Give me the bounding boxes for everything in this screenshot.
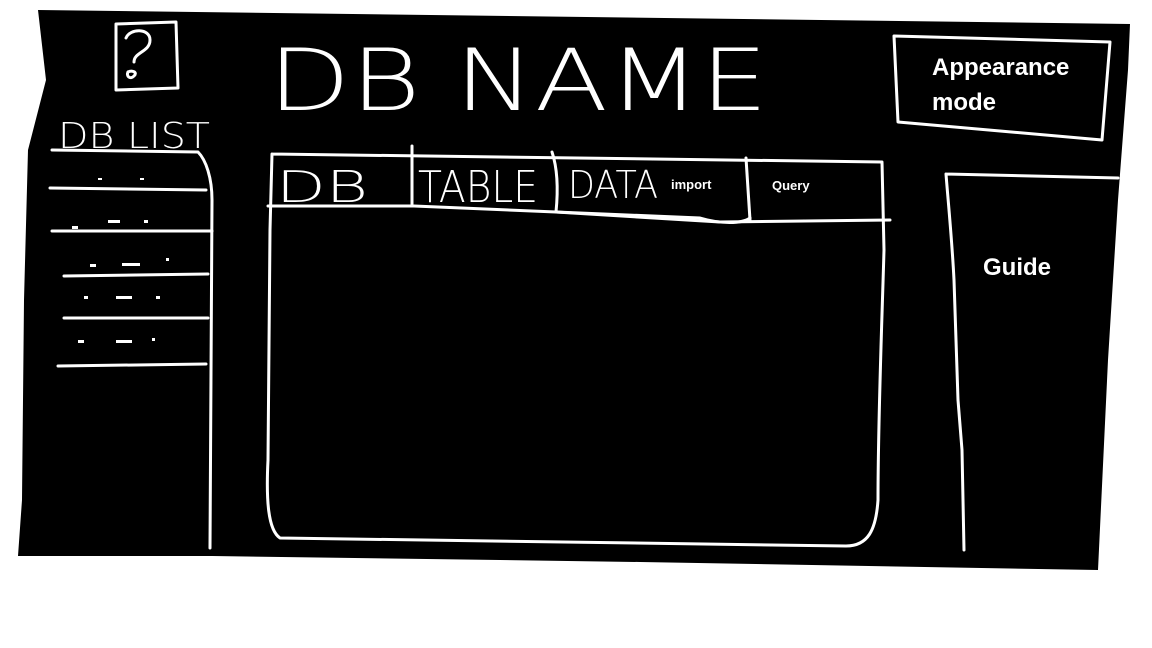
app-title: DB NAME [268,31,768,131]
sidebar-item[interactable] [52,232,208,274]
app-window: DB NAME DB LIST DB TABLE DATA Appearance… [0,0,1152,648]
import-button[interactable]: import [671,177,711,192]
sidebar-item[interactable] [52,190,208,231]
query-button[interactable]: Query [772,178,810,193]
appearance-mode-button[interactable]: Appearance mode [932,50,1092,120]
tab-table[interactable] [414,148,554,206]
tab-db[interactable] [270,150,412,206]
help-button[interactable] [114,22,180,92]
sidebar-item[interactable] [52,320,208,364]
main-content-area[interactable] [272,224,876,536]
sidebar-item[interactable] [52,276,208,318]
guide-panel [956,180,1106,548]
sidebar-item[interactable] [52,152,208,188]
tab-data[interactable] [558,154,662,212]
